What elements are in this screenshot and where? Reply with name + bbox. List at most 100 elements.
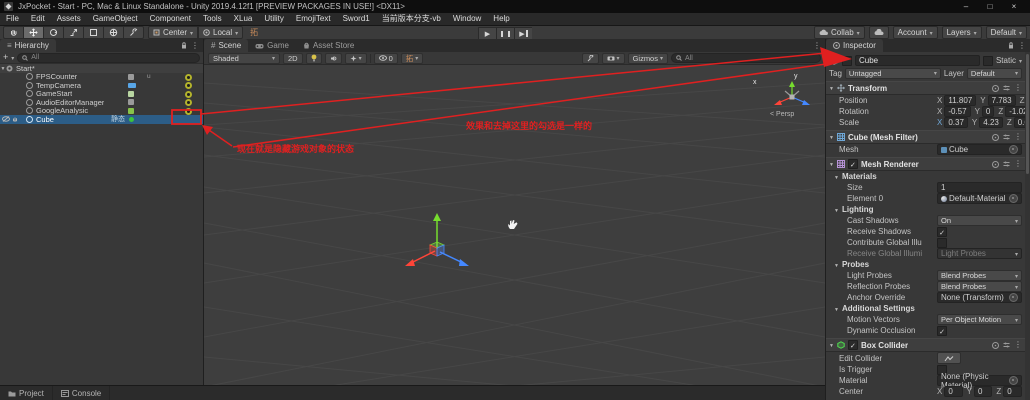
static-checkbox[interactable]: [983, 56, 993, 66]
reflection-probes-dropdown[interactable]: Blend Probes: [937, 281, 1022, 292]
custom-tool-button[interactable]: 拓: [247, 27, 261, 38]
audio-toggle[interactable]: [325, 53, 342, 64]
fold-arrow-icon[interactable]: [829, 160, 834, 168]
layer-dropdown[interactable]: Default: [967, 68, 1022, 79]
layers-button[interactable]: Layers: [942, 26, 982, 39]
close-button[interactable]: ×: [1002, 0, 1026, 13]
fold-arrow-icon[interactable]: [829, 133, 834, 141]
transform-tool-icon[interactable]: [103, 26, 123, 39]
account-button[interactable]: Account: [893, 26, 938, 39]
menu-branch[interactable]: 当前版本分支-vb: [376, 13, 447, 25]
transform-component-header[interactable]: Transform: [826, 81, 1030, 95]
kebab-menu-icon[interactable]: [191, 42, 199, 50]
scale-x-field[interactable]: 0.37: [944, 117, 968, 128]
menu-file[interactable]: File: [0, 13, 25, 25]
position-x-field[interactable]: 11.807: [944, 95, 976, 106]
lighting-section-header[interactable]: Lighting: [829, 204, 1022, 215]
help-icon[interactable]: [992, 134, 999, 141]
tab-inspector[interactable]: Inspector: [826, 39, 883, 52]
persp-label[interactable]: < Persp: [770, 111, 794, 118]
receive-shadows-checkbox[interactable]: [937, 227, 947, 237]
probes-section-header[interactable]: Probes: [829, 259, 1022, 270]
kebab-menu-icon[interactable]: [1014, 133, 1022, 141]
object-picker-icon[interactable]: [1009, 293, 1018, 302]
presets-icon[interactable]: [1003, 161, 1010, 167]
cast-shadows-dropdown[interactable]: On: [937, 215, 1022, 226]
presets-icon[interactable]: [1003, 342, 1010, 348]
menu-gameobject[interactable]: GameObject: [87, 13, 144, 25]
kebab-menu-icon[interactable]: [1014, 84, 1022, 92]
effects-dropdown[interactable]: [345, 53, 367, 64]
shading-mode-dropdown[interactable]: Shaded: [208, 53, 280, 64]
materials-size-field[interactable]: 1: [937, 182, 1022, 193]
collab-button[interactable]: Collab: [814, 26, 865, 39]
visibility-eye-icon[interactable]: [185, 91, 192, 98]
custom-scene-tool-dropdown[interactable]: 拓: [401, 53, 424, 64]
visibility-eye-icon[interactable]: [185, 99, 192, 106]
hierarchy-search-input[interactable]: All: [17, 53, 200, 63]
menu-xlua[interactable]: XLua: [228, 13, 259, 25]
scene-search-input[interactable]: All: [671, 53, 821, 63]
position-y-field[interactable]: 7.783: [988, 95, 1016, 106]
component-enabled-checkbox[interactable]: [848, 340, 858, 350]
menu-help[interactable]: Help: [487, 13, 515, 25]
scrollbar-thumb[interactable]: [1026, 54, 1029, 174]
lock-icon[interactable]: [1008, 42, 1014, 49]
menu-utility[interactable]: Utility: [258, 13, 290, 25]
object-picker-icon[interactable]: [1009, 194, 1018, 203]
anchor-override-field[interactable]: None (Transform): [937, 292, 1022, 303]
fold-arrow-icon[interactable]: [829, 84, 834, 92]
kebab-menu-icon[interactable]: [1018, 42, 1026, 50]
visibility-eye-icon[interactable]: [185, 82, 192, 89]
rect-tool-icon[interactable]: [83, 26, 103, 39]
hierarchy-item-tempcamera[interactable]: TempCamera: [0, 81, 203, 90]
gizmos-dropdown[interactable]: Gizmos: [628, 53, 668, 64]
help-icon[interactable]: [992, 161, 999, 168]
rotation-x-field[interactable]: -0.57: [944, 106, 970, 117]
orientation-mode-button[interactable]: Local: [198, 26, 243, 39]
materials-section-header[interactable]: Materials: [829, 171, 1022, 182]
visibility-eye-icon[interactable]: [185, 108, 192, 115]
visibility-eye-icon[interactable]: [185, 74, 192, 81]
scene-visibility-toggle[interactable]: 0: [374, 53, 398, 64]
pick-hand-icon[interactable]: [12, 116, 18, 122]
scene-viewport[interactable]: x y < Persp: [204, 65, 825, 386]
scale-y-field[interactable]: 4.23: [979, 117, 1003, 128]
motion-vectors-dropdown[interactable]: Per Object Motion: [937, 314, 1022, 325]
move-gizmo[interactable]: [397, 205, 487, 285]
center-z-field[interactable]: 0: [1003, 386, 1022, 397]
dynamic-occlusion-checkbox[interactable]: [937, 326, 947, 336]
tag-dropdown[interactable]: Untagged: [845, 68, 941, 79]
menu-tools[interactable]: Tools: [197, 13, 228, 25]
menu-assets[interactable]: Assets: [51, 13, 87, 25]
hidden-eye-icon[interactable]: [2, 116, 10, 122]
create-button[interactable]: [3, 53, 8, 62]
2d-toggle[interactable]: 2D: [283, 53, 303, 64]
static-dropdown-caret-icon[interactable]: [1019, 57, 1022, 65]
hierarchy-item-fpscounter[interactable]: FPSCounter u: [0, 73, 203, 82]
rotate-tool-icon[interactable]: [43, 26, 63, 39]
object-picker-icon[interactable]: [1009, 145, 1018, 154]
object-picker-icon[interactable]: [1009, 376, 1018, 385]
hierarchy-item-googleanalysic[interactable]: GoogleAnalysic: [0, 107, 203, 116]
element0-object-field[interactable]: Default-Material: [937, 193, 1022, 204]
tab-hierarchy[interactable]: Hierarchy: [0, 39, 56, 52]
hierarchy-item-audioeditormanager[interactable]: AudioEditorManager: [0, 98, 203, 107]
contribute-gi-checkbox[interactable]: [937, 238, 947, 248]
tab-scene[interactable]: Scene: [204, 39, 248, 52]
maximize-button[interactable]: □: [978, 0, 1002, 13]
menu-sword1[interactable]: Sword1: [337, 13, 376, 25]
cloud-services-button[interactable]: [869, 26, 889, 39]
layout-button[interactable]: Default: [986, 26, 1027, 39]
menu-window[interactable]: Window: [447, 13, 487, 25]
hand-tool-icon[interactable]: [3, 26, 23, 39]
help-icon[interactable]: [992, 342, 999, 349]
tab-project[interactable]: Project: [0, 386, 53, 400]
mesh-filter-component-header[interactable]: Cube (Mesh Filter): [826, 130, 1030, 144]
tab-asset-store[interactable]: Asset Store: [296, 39, 361, 52]
physic-material-field[interactable]: None (Physic Material): [937, 375, 1022, 386]
kebab-menu-icon[interactable]: [813, 42, 821, 50]
component-enabled-checkbox[interactable]: [848, 159, 858, 169]
menu-edit[interactable]: Edit: [25, 13, 51, 25]
rotation-y-field[interactable]: 0: [982, 106, 994, 117]
